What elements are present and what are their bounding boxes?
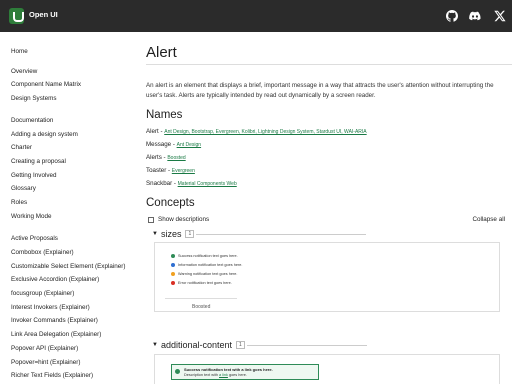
name-row-snackbar: Snackbar - Material Components Web xyxy=(146,180,237,187)
concept-sizes-toggle[interactable]: ▼ sizes 1 xyxy=(152,229,367,239)
sidebar-item-exclusive-accordion[interactable]: Exclusive Accordion (Explainer) xyxy=(11,276,99,283)
caption-divider xyxy=(165,298,237,299)
success-alert-title: Success notification text with a link go… xyxy=(184,367,273,372)
concept-divider xyxy=(196,233,367,235)
sidebar-item-getting-involved[interactable]: Getting Involved xyxy=(11,172,57,179)
sidebar-item-documentation[interactable]: Documentation xyxy=(11,117,53,124)
alert-error: Error notification text goes here. xyxy=(171,281,232,285)
alert-success: Success notification text goes here. xyxy=(171,254,238,258)
alert-information: Information notification text goes here. xyxy=(171,263,242,267)
alert-text: Warning notification text goes here. xyxy=(178,272,238,276)
main-content: Alert An alert is an element that displa… xyxy=(146,32,512,384)
error-dot-icon xyxy=(171,281,175,285)
sidebar-item-focusgroup[interactable]: focusgroup (Explainer) xyxy=(11,290,74,297)
sidebar-item-home[interactable]: Home xyxy=(11,48,28,55)
sidebar-item-overview[interactable]: Overview xyxy=(11,68,37,75)
design-system-caption[interactable]: Boosted xyxy=(192,304,210,310)
info-dot-icon xyxy=(171,263,175,267)
collapse-all-button[interactable]: Collapse all xyxy=(472,216,505,223)
success-icon xyxy=(175,369,180,374)
alert-text: Success notification text goes here. xyxy=(178,254,238,258)
success-alert-box: Success notification text with a link go… xyxy=(171,364,319,380)
concept-name: additional-content xyxy=(160,340,233,350)
sidebar-nav: Home Overview Component Name Matrix Desi… xyxy=(0,32,125,384)
sidebar-item-charter[interactable]: Charter xyxy=(11,144,32,151)
success-alert-description: Description text with a link goes here. xyxy=(184,373,247,377)
name-label: Alert - xyxy=(146,128,165,135)
sidebar-item-richer-text-fields[interactable]: Richer Text Fields (Explainer) xyxy=(11,372,93,379)
name-label: Snackbar - xyxy=(146,180,178,187)
discord-icon[interactable] xyxy=(469,10,481,22)
alert-text: Error notification text goes here. xyxy=(178,281,232,285)
sidebar-item-working-mode[interactable]: Working Mode xyxy=(11,213,51,220)
name-row-alerts: Alerts - Boosted xyxy=(146,154,186,161)
concepts-heading: Concepts xyxy=(146,197,195,209)
sidebar-item-design-systems[interactable]: Design Systems xyxy=(11,95,57,102)
sidebar-item-glossary[interactable]: Glossary xyxy=(11,185,36,192)
concept-additional-content-toggle[interactable]: ▼ additional-content 1 xyxy=(152,340,367,350)
concept-count-badge: 1 xyxy=(236,341,245,349)
intro-paragraph: An alert is an element that displays a b… xyxy=(146,82,494,99)
sidebar-item-combobox[interactable]: Combobox (Explainer) xyxy=(11,249,74,256)
sidebar-item-link-area-delegation[interactable]: Link Area Delegation (Explainer) xyxy=(11,331,101,338)
sidebar-item-active-proposals[interactable]: Active Proposals xyxy=(11,235,58,242)
sidebar-item-popover-hint[interactable]: Popover=hint (Explainer) xyxy=(11,359,80,366)
names-heading: Names xyxy=(146,109,183,121)
brand-name[interactable]: Open UI xyxy=(29,10,58,19)
concept-sizes-preview: Success notification text goes here. Inf… xyxy=(154,242,500,312)
alert-text: Information notification text goes here. xyxy=(178,263,243,267)
warning-dot-icon xyxy=(171,272,175,276)
show-descriptions-label: Show descriptions xyxy=(158,216,210,223)
concept-additional-content-preview: Success notification text with a link go… xyxy=(154,354,500,384)
sidebar-item-invoker-commands[interactable]: Invoker Commands (Explainer) xyxy=(11,317,98,324)
sidebar-item-roles[interactable]: Roles xyxy=(11,199,27,206)
name-systems-links[interactable]: Ant Design xyxy=(177,142,201,148)
triangle-down-icon: ▼ xyxy=(152,231,158,237)
triangle-down-icon: ▼ xyxy=(152,342,158,348)
name-systems-links[interactable]: Material Components Web xyxy=(178,181,237,187)
concept-count-badge: 1 xyxy=(185,230,195,238)
sidebar-item-interest-invokers[interactable]: Interest Invokers (Explainer) xyxy=(11,304,90,311)
title-divider xyxy=(146,64,512,65)
name-systems-links[interactable]: Evergreen xyxy=(172,168,195,174)
name-label: Toaster - xyxy=(146,167,172,174)
name-systems-links[interactable]: Ant Design, Bootstrap, Evergreen, Kolibr… xyxy=(164,129,366,135)
open-ui-logo-icon[interactable] xyxy=(9,8,24,24)
concept-divider xyxy=(246,344,367,346)
sidebar-item-adding-a-design-system[interactable]: Adding a design system xyxy=(11,131,78,138)
page-title: Alert xyxy=(146,44,177,61)
sidebar-item-creating-a-proposal[interactable]: Creating a proposal xyxy=(11,158,66,165)
success-alert-link[interactable]: a link xyxy=(219,373,228,377)
name-row-alert: Alert - Ant Design, Bootstrap, Evergreen… xyxy=(146,128,367,135)
name-row-toaster: Toaster - Evergreen xyxy=(146,167,195,174)
alert-warning: Warning notification text goes here. xyxy=(171,272,237,276)
name-label: Alerts - xyxy=(146,154,168,161)
sidebar-item-popover-api[interactable]: Popover API (Explainer) xyxy=(11,345,78,352)
x-twitter-icon[interactable] xyxy=(494,10,506,22)
show-descriptions-checkbox[interactable] xyxy=(148,216,154,223)
show-descriptions-toggle[interactable]: Show descriptions xyxy=(148,216,209,223)
sidebar-item-customizable-select[interactable]: Customizable Select Element (Explainer) xyxy=(11,263,125,270)
top-bar: Open UI xyxy=(0,0,512,32)
success-dot-icon xyxy=(171,254,175,258)
name-systems-links[interactable]: Boosted xyxy=(167,155,185,161)
concept-name: sizes xyxy=(160,229,182,239)
name-label: Message - xyxy=(146,141,177,148)
sidebar-item-component-name-matrix[interactable]: Component Name Matrix xyxy=(11,81,81,88)
github-icon[interactable] xyxy=(446,10,458,22)
name-row-message: Message - Ant Design xyxy=(146,141,201,148)
